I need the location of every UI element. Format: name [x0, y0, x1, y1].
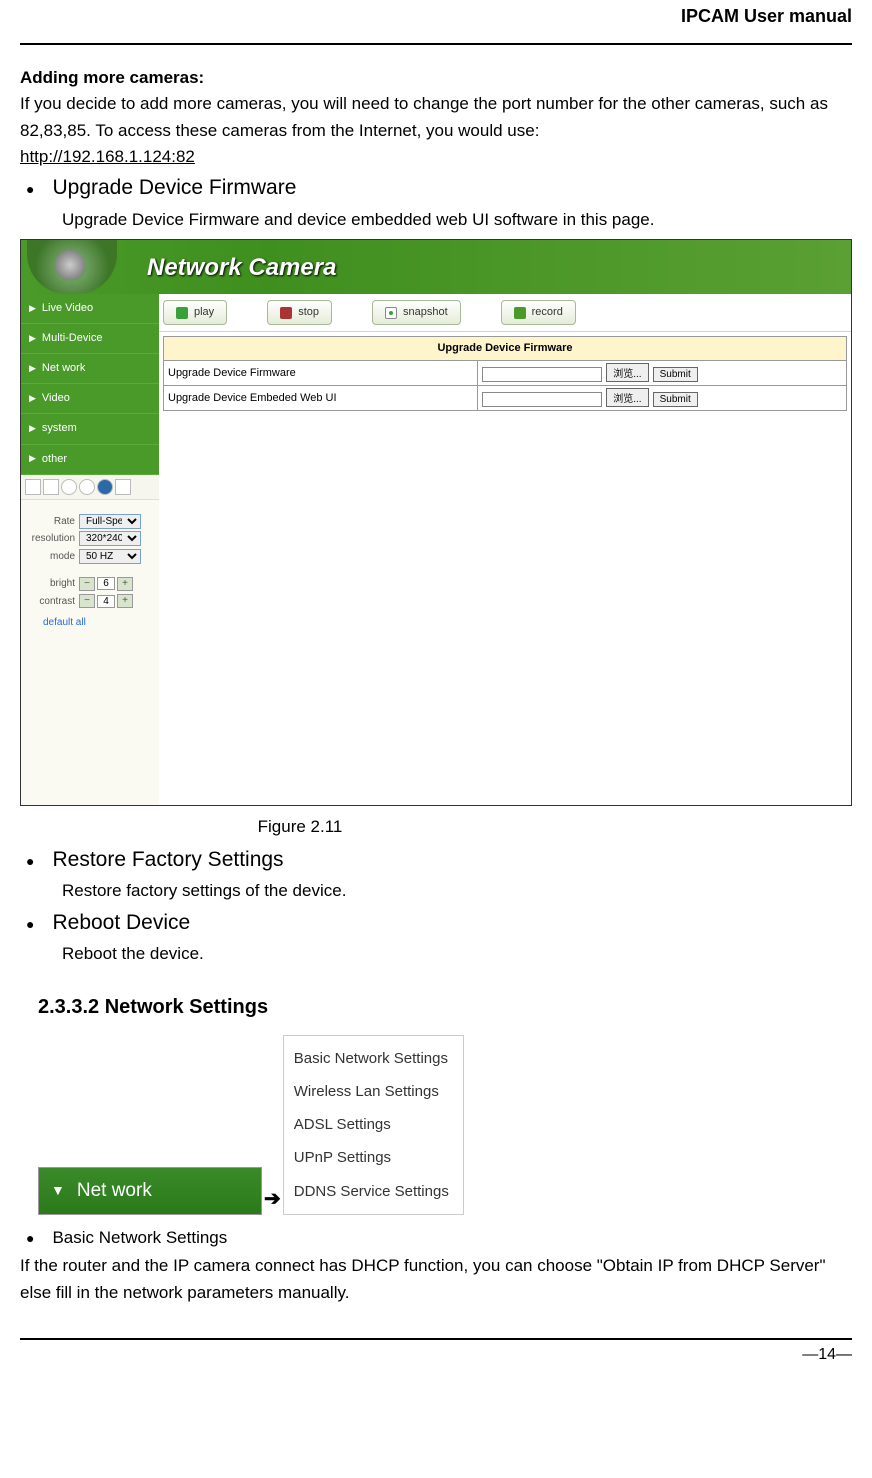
- stop-label: stop: [298, 304, 319, 321]
- triangle-icon: ▶: [29, 362, 36, 376]
- layout-icon[interactable]: [25, 479, 41, 495]
- stop-button[interactable]: stop: [267, 300, 332, 325]
- network-settings-heading: 2.3.3.2 Network Settings: [38, 992, 852, 1023]
- basic-network-title: Basic Network Settings: [52, 1225, 227, 1251]
- arrow-icon: ➔: [264, 1184, 281, 1215]
- play-button[interactable]: play: [163, 300, 227, 325]
- upgrade-firmware-text: Upgrade Device Firmware and device embed…: [62, 207, 852, 233]
- browse-button-2[interactable]: 浏览...: [606, 388, 648, 407]
- sidebar-item-system[interactable]: ▶ system: [21, 414, 159, 444]
- menu-item-basic[interactable]: Basic Network Settings: [294, 1042, 449, 1075]
- layout-icon[interactable]: [115, 479, 131, 495]
- triangle-icon: ▶: [29, 302, 36, 316]
- snapshot-label: snapshot: [403, 304, 448, 321]
- upgrade-firmware-title: Upgrade Device Firmware: [52, 172, 296, 205]
- layout-icon[interactable]: [61, 479, 77, 495]
- adding-cameras-title: Adding more cameras:: [20, 65, 852, 91]
- play-icon: [176, 307, 188, 319]
- panel-header: Upgrade Device Firmware: [164, 337, 847, 361]
- adding-cameras-text: If you decide to add more cameras, you w…: [20, 91, 852, 144]
- layout-icon[interactable]: [79, 479, 95, 495]
- sidebar-item-network[interactable]: ▶ Net work: [21, 354, 159, 384]
- layout-icon[interactable]: [97, 479, 113, 495]
- figure-caption: Figure 2.11: [200, 810, 400, 842]
- play-label: play: [194, 304, 214, 321]
- network-button-label: Net work: [77, 1176, 152, 1205]
- stop-icon: [280, 307, 292, 319]
- sidebar-label: other: [42, 451, 67, 468]
- sidebar-item-live-video[interactable]: ▶ Live Video: [21, 294, 159, 324]
- resolution-select[interactable]: 320*240: [79, 531, 141, 546]
- basic-network-text: If the router and the IP camera connect …: [20, 1253, 852, 1306]
- row2-label: Upgrade Device Embeded Web UI: [164, 386, 478, 411]
- network-sidebar-button[interactable]: ▼ Net work: [38, 1167, 262, 1214]
- menu-item-upnp[interactable]: UPnP Settings: [294, 1141, 449, 1174]
- sidebar-item-multi-device[interactable]: ▶ Multi-Device: [21, 324, 159, 354]
- network-submenu: Basic Network Settings Wireless Lan Sett…: [283, 1035, 464, 1215]
- empty-panel: [159, 475, 851, 805]
- record-label: record: [532, 304, 563, 321]
- snapshot-icon: [385, 307, 397, 319]
- layout-icon[interactable]: [43, 479, 59, 495]
- menu-item-adsl[interactable]: ADSL Settings: [294, 1108, 449, 1141]
- sidebar-label: Live Video: [42, 300, 93, 317]
- browse-button-1[interactable]: 浏览...: [606, 363, 648, 382]
- layout-icons: [21, 475, 159, 500]
- triangle-icon: ▶: [29, 422, 36, 436]
- page-footer: —14—: [20, 1338, 852, 1384]
- sidebar-item-video[interactable]: ▶ Video: [21, 384, 159, 414]
- minus-button[interactable]: −: [79, 594, 95, 608]
- mode-select[interactable]: 50 HZ: [79, 549, 141, 564]
- manual-header-title: IPCAM User manual: [20, 0, 852, 31]
- triangle-icon: ▶: [29, 392, 36, 406]
- reboot-text: Reboot the device.: [62, 941, 852, 967]
- menu-item-wireless[interactable]: Wireless Lan Settings: [294, 1075, 449, 1108]
- bright-value[interactable]: [97, 577, 115, 590]
- contrast-value[interactable]: [97, 595, 115, 608]
- default-all-link[interactable]: default all: [43, 615, 155, 631]
- minus-button[interactable]: −: [79, 577, 95, 591]
- restore-title: Restore Factory Settings: [52, 844, 283, 877]
- bullet-icon: ●: [26, 1228, 34, 1250]
- mode-label: mode: [25, 549, 75, 565]
- rate-label: Rate: [25, 514, 75, 530]
- bullet-icon: ●: [26, 914, 34, 936]
- webui-file-input[interactable]: [482, 392, 602, 407]
- bullet-icon: ●: [26, 851, 34, 873]
- plus-button[interactable]: +: [117, 594, 133, 608]
- menu-item-ddns[interactable]: DDNS Service Settings: [294, 1175, 449, 1208]
- triangle-down-icon: ▼: [51, 1180, 65, 1202]
- sidebar-item-other[interactable]: ▶ other: [21, 445, 159, 475]
- bright-label: bright: [25, 576, 75, 592]
- reboot-title: Reboot Device: [52, 907, 190, 940]
- triangle-icon: ▶: [29, 452, 36, 466]
- record-icon: [514, 307, 526, 319]
- camera-logo: [27, 240, 117, 294]
- row1-label: Upgrade Device Firmware: [164, 361, 478, 386]
- firmware-screenshot: Network Camera ▶ Live Video ▶ Multi-Device…: [20, 239, 852, 805]
- triangle-icon: ▶: [29, 332, 36, 346]
- app-title: Network Camera: [147, 249, 336, 286]
- bullet-icon: ●: [26, 179, 34, 201]
- restore-text: Restore factory settings of the device.: [62, 878, 852, 904]
- sidebar-label: system: [42, 420, 77, 437]
- sidebar-label: Video: [42, 390, 70, 407]
- rate-select[interactable]: Full-Speed: [79, 514, 141, 529]
- submit-button-1[interactable]: Submit: [653, 367, 698, 382]
- firmware-file-input[interactable]: [482, 367, 602, 382]
- plus-button[interactable]: +: [117, 577, 133, 591]
- sidebar-label: Multi-Device: [42, 330, 103, 347]
- example-url: http://192.168.1.124:82: [20, 144, 852, 170]
- sidebar-label: Net work: [42, 360, 85, 377]
- snapshot-button[interactable]: snapshot: [372, 300, 461, 325]
- resolution-label: resolution: [25, 531, 75, 547]
- record-button[interactable]: record: [501, 300, 576, 325]
- submit-button-2[interactable]: Submit: [653, 392, 698, 407]
- contrast-label: contrast: [25, 594, 75, 610]
